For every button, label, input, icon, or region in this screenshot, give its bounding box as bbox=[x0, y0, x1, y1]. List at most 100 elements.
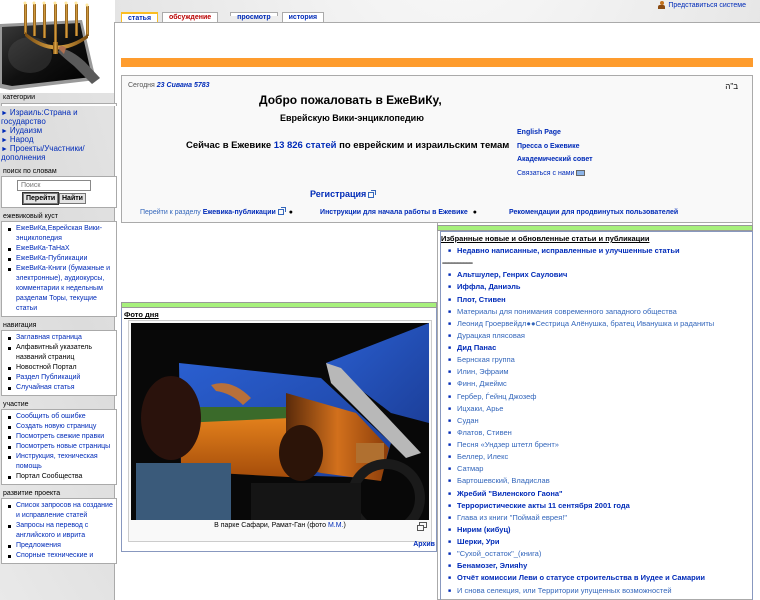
login-link[interactable]: Представиться системе bbox=[668, 2, 746, 9]
count-suffix: по еврейским и израильским темам bbox=[339, 140, 510, 151]
news-item[interactable]: Отчёт комиссии Леви о статусе строительс… bbox=[441, 572, 752, 584]
news-box: Избранные новые и обновленные статьи и п… bbox=[440, 231, 753, 600]
photo-frame: В парке Сафари, Рамат-Ган (фото М.М.) bbox=[128, 320, 432, 542]
news-item[interactable]: Дид Панас bbox=[441, 342, 752, 354]
navigation-box: Заглавная страница Алфавитный указатель н… bbox=[1, 329, 117, 396]
news-item[interactable]: Плот, Стивен bbox=[441, 294, 752, 306]
tab-view-source[interactable]: просмотр bbox=[230, 12, 278, 21]
news-item[interactable]: Сатмар bbox=[441, 463, 752, 475]
english-page-link[interactable]: English Page bbox=[517, 126, 593, 140]
welcome-box: Сегодня 23 Сивана 5783 ב"ה Добро пожалов… bbox=[121, 75, 753, 223]
news-item[interactable]: Материалы для понимания современного зап… bbox=[441, 306, 752, 318]
development-link[interactable]: Запросы на перевод с английского и иврит… bbox=[6, 521, 114, 541]
development-link[interactable]: Спорные технические и bbox=[6, 551, 114, 561]
sidebar: категории Израиль:Страна и государствоИу… bbox=[0, 93, 119, 564]
participation-link[interactable]: Посмотреть новые страницы bbox=[6, 442, 114, 452]
news-item[interactable]: Леонид Гроервейдл●●Сестрица Алёнушка, бр… bbox=[441, 318, 752, 330]
news-item[interactable]: Ицхаки, Арье bbox=[441, 403, 752, 415]
news-item[interactable]: Бернская группа bbox=[441, 354, 752, 366]
bush-box: ЕжеВиКа,Еврейская Вики-энциклопедия ЕжеВи… bbox=[1, 220, 117, 317]
register-link[interactable]: Регистрация bbox=[310, 189, 377, 199]
development-link[interactable]: Список запросов на создание и исправлени… bbox=[6, 501, 114, 521]
go-button[interactable]: Перейти bbox=[21, 191, 60, 205]
article-count-link[interactable]: 13 826 статей bbox=[274, 140, 337, 151]
development-link[interactable]: Предложения bbox=[6, 541, 114, 551]
archive-link[interactable]: Архив bbox=[413, 541, 435, 548]
site-logo[interactable] bbox=[0, 0, 115, 93]
category-link[interactable]: Проекты/Участники/дополнения bbox=[1, 145, 119, 163]
search-input[interactable] bbox=[17, 179, 91, 191]
goto-publications-link[interactable]: Перейти к разделу Ежевика-публикации ● bbox=[140, 207, 293, 216]
categories-list: Израиль:Страна и государствоИудаизмНарод… bbox=[0, 108, 119, 163]
navigation-link[interactable]: Алфавитный указатель названий страниц bbox=[6, 343, 114, 363]
recommendations-link[interactable]: Рекомендации для продвинутых пользовател… bbox=[509, 209, 678, 216]
bush-link[interactable]: ЕжеВиКа-Публикации bbox=[6, 254, 114, 264]
side-links: English Page Пресса о Ежевике Академичес… bbox=[517, 126, 593, 180]
today-date[interactable]: 23 Сивана 5783 bbox=[157, 82, 210, 89]
news-item[interactable]: Беллер, Илекс bbox=[441, 451, 752, 463]
news-item[interactable]: Финн, Джеймс bbox=[441, 378, 752, 390]
news-item[interactable]: Илин, Эфраим bbox=[441, 366, 752, 378]
news-item[interactable]: Террористические акты 11 сентября 2001 г… bbox=[441, 500, 752, 512]
news-item[interactable]: Флатов, Стивен bbox=[441, 427, 752, 439]
find-button[interactable]: Найти bbox=[59, 192, 86, 204]
search-header: поиск по словам bbox=[3, 167, 57, 175]
user-icon bbox=[658, 1, 666, 9]
news-item[interactable]: Альтшулер, Генрих Саулович bbox=[441, 269, 752, 281]
news-item[interactable]: Гербер, Ѓейнц Джозеф bbox=[441, 391, 752, 403]
photo-title[interactable]: Фото дня bbox=[124, 310, 159, 319]
news-item[interactable]: Жребий "Виленского Гаона" bbox=[441, 488, 752, 500]
instructions-link[interactable]: Инструкции для начала работы в Ежевике ● bbox=[320, 209, 477, 216]
participation-link[interactable]: Сообщить об ошибке bbox=[6, 412, 114, 422]
article-count-line: Сейчас в Ежевике 13 826 статей по еврейс… bbox=[186, 140, 509, 151]
news-item[interactable]: Судан bbox=[441, 415, 752, 427]
contact-link[interactable]: Связаться с нами bbox=[517, 167, 593, 181]
news-item[interactable]: Бенамозег, Элияhу bbox=[441, 560, 752, 572]
news-item[interactable]: Иффла, Даниэль bbox=[441, 281, 752, 293]
category-link[interactable]: Израиль:Страна и государство bbox=[1, 108, 119, 127]
enlarge-icon[interactable] bbox=[417, 522, 427, 531]
bush-link[interactable]: ЕжеВиКа-ТаНаХ bbox=[6, 244, 114, 254]
academic-council-link[interactable]: Академический совет bbox=[517, 153, 593, 167]
personal-tools: Представиться системе bbox=[658, 0, 746, 10]
photographer-link[interactable]: М.М. bbox=[328, 522, 344, 529]
navigation-link[interactable]: Новостной Портал bbox=[6, 363, 114, 373]
news-separator: -------------------- bbox=[442, 258, 473, 268]
safari-photo bbox=[131, 323, 429, 520]
navigation-link[interactable]: Заглавная страница bbox=[6, 333, 114, 343]
news-item[interactable]: "Сухой_остаток"_(книга) bbox=[441, 548, 752, 560]
news-item[interactable]: Бартошевский, Владислав bbox=[441, 475, 752, 487]
orange-divider-bar bbox=[121, 58, 753, 67]
menorah-logo-icon bbox=[0, 0, 115, 93]
development-list: Список запросов на создание и исправлени… bbox=[2, 499, 116, 563]
news-item[interactable]: Шерки, Ури bbox=[441, 536, 752, 548]
news-item[interactable]: И снова селекция, или Территории упущенн… bbox=[441, 585, 752, 597]
categories-box-top bbox=[1, 103, 117, 106]
categories-header: категории bbox=[3, 94, 35, 101]
news-item[interactable]: Песня «Ундзер штетл брент» bbox=[441, 439, 752, 451]
bush-link[interactable]: ЕжеВиКа-Книги (бумажные и электронные), … bbox=[6, 264, 114, 314]
press-link[interactable]: Пресса о Ежевике bbox=[517, 140, 593, 154]
news-item[interactable]: Нирим (кибуц) bbox=[441, 524, 752, 536]
participation-link[interactable]: Инструкция, техническая помощь bbox=[6, 452, 114, 472]
bullet-separator: ● bbox=[472, 209, 477, 216]
news-item[interactable]: Глава из книги "Поймай еврея!" bbox=[441, 512, 752, 524]
today-date-line: Сегодня 23 Сивана 5783 bbox=[128, 82, 210, 89]
bush-link[interactable]: ЕжеВиКа,Еврейская Вики-энциклопедия bbox=[6, 224, 114, 244]
participation-link[interactable]: Создать новую страницу bbox=[6, 422, 114, 432]
instructions-label: Инструкции для начала работы в Ежевике bbox=[320, 209, 468, 216]
register-label: Регистрация bbox=[310, 189, 367, 199]
bush-list: ЕжеВиКа,Еврейская Вики-энциклопедия ЕжеВи… bbox=[2, 222, 116, 316]
welcome-title: Добро пожаловать в ЕжеВиКу, bbox=[259, 93, 442, 107]
photo-image[interactable] bbox=[131, 323, 429, 520]
navigation-link[interactable]: Случайная статья bbox=[6, 383, 114, 393]
participation-link[interactable]: Посмотреть свежие правки bbox=[6, 432, 114, 442]
bottom-links: Перейти к разделу Ежевика-публикации ● И… bbox=[140, 207, 740, 216]
navigation-link[interactable]: Раздел Публикаций bbox=[6, 373, 114, 383]
navigation-header: навигация bbox=[3, 321, 37, 329]
navigation-list: Заглавная страница Алфавитный указатель н… bbox=[2, 331, 116, 395]
participation-link[interactable]: Портал Сообщества bbox=[6, 472, 114, 482]
news-title[interactable]: Избранные новые и обновленные статьи и п… bbox=[441, 234, 752, 243]
news-item[interactable]: Дурацкая плясовая bbox=[441, 330, 752, 342]
news-item[interactable]: Недавно написанные, исправленные и улучш… bbox=[441, 245, 752, 257]
